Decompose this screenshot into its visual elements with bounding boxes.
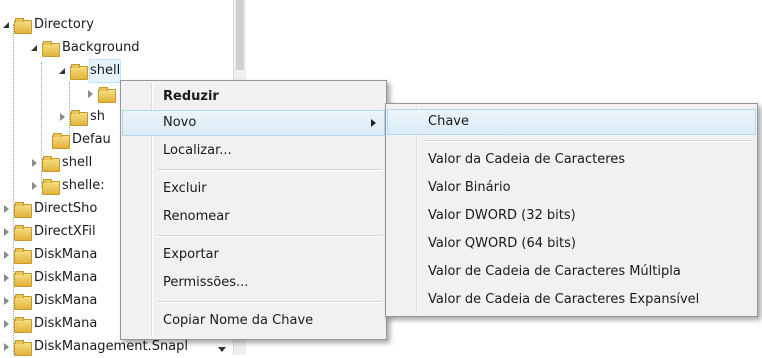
menu-item-new[interactable]: Novo [122,110,385,136]
expand-arrow-icon[interactable] [58,106,68,128]
new-submenu: Chave Valor da Cadeia de Caracteres Valo… [385,103,758,317]
tree-item-diskmanagement-3[interactable]: DiskMana [2,290,97,312]
scrollbar-thumb[interactable] [236,0,244,70]
collapse-arrow-icon[interactable] [58,60,68,82]
tree-item-shell-selected[interactable]: shell [58,59,122,83]
submenu-item-key[interactable]: Chave [387,109,756,135]
menu-separator [157,169,382,171]
expand-arrow-icon[interactable] [2,221,12,243]
submenu-item-expandable-string-value[interactable]: Valor de Cadeia de Caracteres Expansível [388,288,755,312]
folder-icon [98,83,116,105]
folder-icon [42,175,60,197]
submenu-item-binary-value[interactable]: Valor Binário [388,176,755,200]
expand-arrow-icon[interactable] [2,290,12,312]
submenu-item-qword-value[interactable]: Valor QWORD (64 bits) [388,232,755,256]
submenu-item-string-value[interactable]: Valor da Cadeia de Caracteres [388,148,755,172]
collapse-arrow-icon[interactable] [30,37,40,59]
folder-icon [14,14,32,36]
expand-arrow-icon[interactable] [2,244,12,266]
folder-icon [52,129,70,151]
tree-item-shell-child[interactable] [86,83,118,105]
menu-item-export[interactable]: Exportar [123,243,384,267]
tree-item-directxfile[interactable]: DirectXFil [2,221,96,243]
context-menu: Reduzir Novo Localizar... Excluir Renome… [120,80,387,340]
menu-item-collapse[interactable]: Reduzir [123,85,384,109]
scroll-down-arrow-icon[interactable] [215,343,229,355]
tree-item-default[interactable]: Defau [40,129,111,151]
menu-separator [157,235,382,237]
folder-icon [14,221,32,243]
folder-icon [14,313,32,335]
tree-item-directory[interactable]: Directory [2,14,94,36]
menu-item-permissions[interactable]: Permissões... [123,271,384,295]
tree-item-directshow[interactable]: DirectSho [2,198,97,220]
menu-item-copy-key-name[interactable]: Copiar Nome da Chave [123,309,384,333]
expand-arrow-icon[interactable] [86,83,96,105]
collapse-arrow-icon[interactable] [2,14,12,36]
expand-arrow-icon[interactable] [30,175,40,197]
tree-item-shellex[interactable]: shelle: [30,175,105,197]
expand-arrow-icon[interactable] [2,313,12,335]
folder-icon [14,244,32,266]
folder-icon [42,152,60,174]
menu-item-new-label: Novo [163,115,197,130]
folder-icon [14,290,32,312]
menu-item-rename[interactable]: Renomear [123,205,384,229]
tree-item-diskmanagement-4[interactable]: DiskMana [2,313,97,335]
tree-item-shell[interactable]: shell [30,152,92,174]
tree-item-diskmanagement-2[interactable]: DiskMana [2,267,97,289]
expand-arrow-icon[interactable] [30,152,40,174]
tree-item-diskmanagement-1[interactable]: DiskMana [2,244,97,266]
menu-separator [422,140,753,142]
folder-icon [14,198,32,220]
tree-item-background[interactable]: Background [30,37,140,59]
menu-separator [157,301,382,303]
tree-item-sh[interactable]: sh [58,106,105,128]
expand-arrow-icon[interactable] [2,198,12,220]
folder-icon [14,267,32,289]
menu-item-find[interactable]: Localizar... [123,139,384,163]
folder-icon [70,106,88,128]
expand-arrow-icon[interactable] [2,267,12,289]
submenu-item-dword-value[interactable]: Valor DWORD (32 bits) [388,204,755,228]
folder-icon [42,37,60,59]
folder-icon [70,60,88,82]
menu-item-delete[interactable]: Excluir [123,177,384,201]
submenu-arrow-icon [371,119,376,127]
submenu-item-multi-string-value[interactable]: Valor de Cadeia de Caracteres Múltipla [388,260,755,284]
